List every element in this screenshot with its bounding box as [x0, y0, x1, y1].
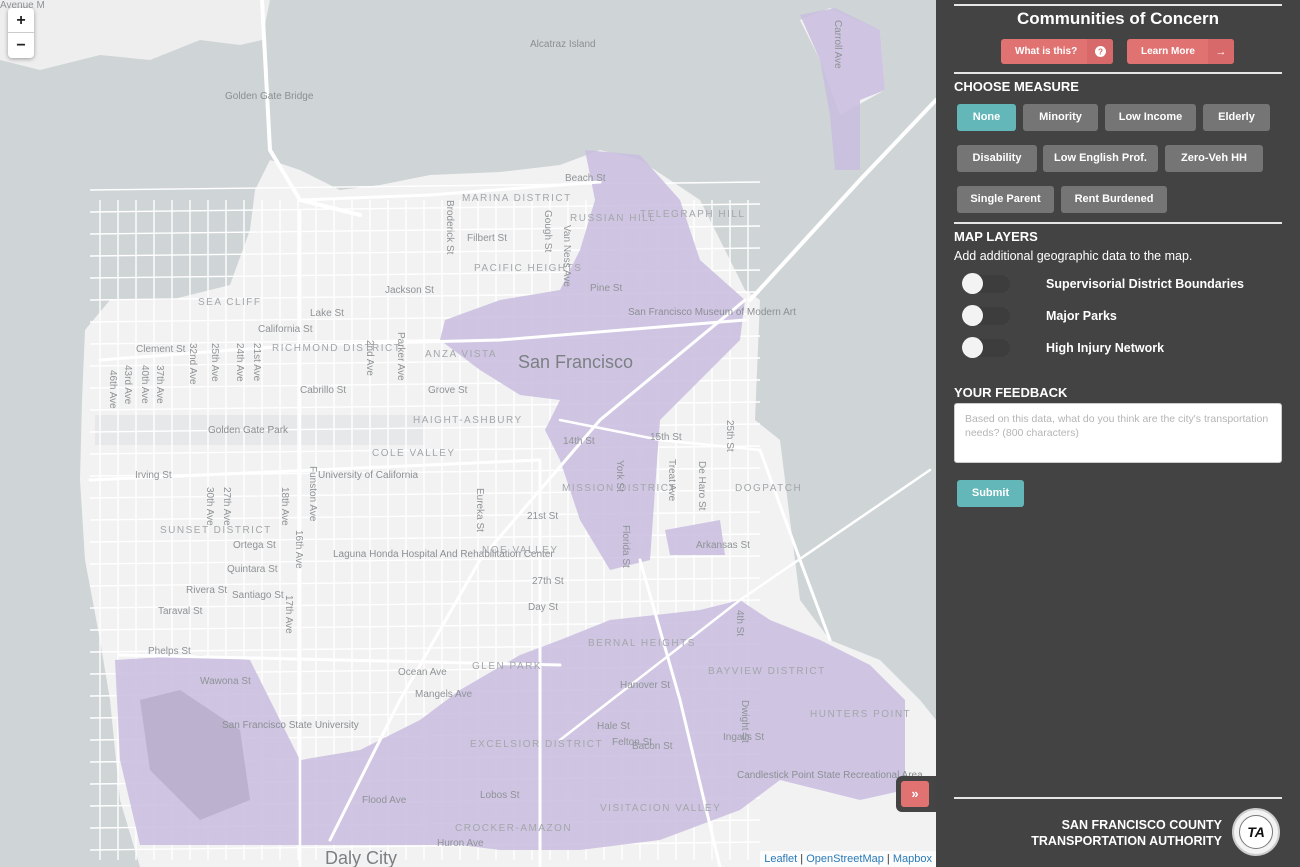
openstreetmap-link[interactable]: OpenStreetMap [806, 853, 884, 865]
layer-label: Supervisorial District Boundaries [1046, 277, 1244, 291]
svg-text:?: ? [1097, 48, 1102, 57]
measure-button-low-income[interactable]: Low Income [1105, 104, 1196, 131]
toggle-knob [962, 305, 983, 326]
layer-toggle-major-parks[interactable]: Major Parks [962, 304, 1117, 328]
map-layers-heading: MAP LAYERS [954, 229, 1038, 244]
measure-button-disability[interactable]: Disability [957, 145, 1037, 172]
toggle-panel-button[interactable]: » [901, 781, 929, 807]
toggle-switch[interactable] [962, 273, 1010, 294]
what-is-this-button[interactable]: What is this? ? [1001, 39, 1113, 64]
divider [954, 72, 1282, 74]
layer-toggle-high-injury[interactable]: High Injury Network [962, 336, 1164, 360]
org-name: SAN FRANCISCO COUNTY TRANSPORTATION AUTH… [1031, 817, 1222, 849]
learn-more-button[interactable]: Learn More → [1127, 39, 1234, 64]
divider [954, 222, 1282, 224]
toggle-knob [962, 273, 983, 294]
choose-measure-heading: CHOOSE MEASURE [954, 79, 1079, 94]
layer-toggle-supervisorial[interactable]: Supervisorial District Boundaries [962, 272, 1244, 296]
divider [954, 4, 1282, 6]
leaflet-link[interactable]: Leaflet [764, 853, 797, 865]
what-is-this-label: What is this? [1015, 46, 1078, 57]
measure-button-rent-burdened[interactable]: Rent Burdened [1061, 186, 1167, 213]
double-chevron-right-icon: » [911, 786, 919, 801]
measure-button-low-english[interactable]: Low English Prof. [1043, 145, 1158, 172]
map-layers-subtitle: Add additional geographic data to the ma… [954, 249, 1193, 263]
divider [954, 797, 1282, 799]
map-attribution: Leaflet | OpenStreetMap | Mapbox [760, 851, 936, 867]
layer-label: High Injury Network [1046, 341, 1165, 355]
mapbox-link[interactable]: Mapbox [893, 853, 932, 865]
map[interactable]: Alcatraz Island Golden Gate Bridge Golden … [0, 0, 936, 867]
zoom-out-button[interactable]: − [8, 33, 34, 58]
org-name-line1: SAN FRANCISCO COUNTY [1061, 818, 1222, 832]
ta-logo-icon: TA [1239, 815, 1273, 849]
feedback-textarea[interactable] [954, 403, 1282, 463]
measure-button-single-parent[interactable]: Single Parent [957, 186, 1054, 213]
feedback-heading: YOUR FEEDBACK [954, 385, 1068, 400]
marin-land [0, 0, 270, 70]
submit-button[interactable]: Submit [957, 480, 1024, 507]
toggle-knob [962, 337, 983, 358]
measure-button-minority[interactable]: Minority [1023, 104, 1098, 131]
measure-button-none[interactable]: None [957, 104, 1016, 131]
side-panel: Communities of Concern What is this? ? L… [936, 0, 1300, 867]
arrow-right-icon: → [1208, 39, 1234, 64]
org-name-line2: TRANSPORTATION AUTHORITY [1031, 834, 1222, 848]
panel-toggle-tab: » [896, 776, 940, 812]
zoom-in-button[interactable]: + [8, 8, 34, 33]
measure-button-zero-veh[interactable]: Zero-Veh HH [1165, 145, 1263, 172]
toggle-switch[interactable] [962, 305, 1010, 326]
learn-more-label: Learn More [1141, 46, 1195, 57]
org-logo: TA [1232, 808, 1280, 856]
zoom-control: + − [8, 8, 34, 58]
coc-area [800, 8, 885, 170]
map-basemap [0, 0, 936, 867]
panel-title: Communities of Concern [1016, 9, 1220, 28]
toggle-switch[interactable] [962, 337, 1010, 358]
layer-label: Major Parks [1046, 309, 1117, 323]
question-circle-icon: ? [1087, 39, 1113, 64]
measure-button-elderly[interactable]: Elderly [1203, 104, 1270, 131]
